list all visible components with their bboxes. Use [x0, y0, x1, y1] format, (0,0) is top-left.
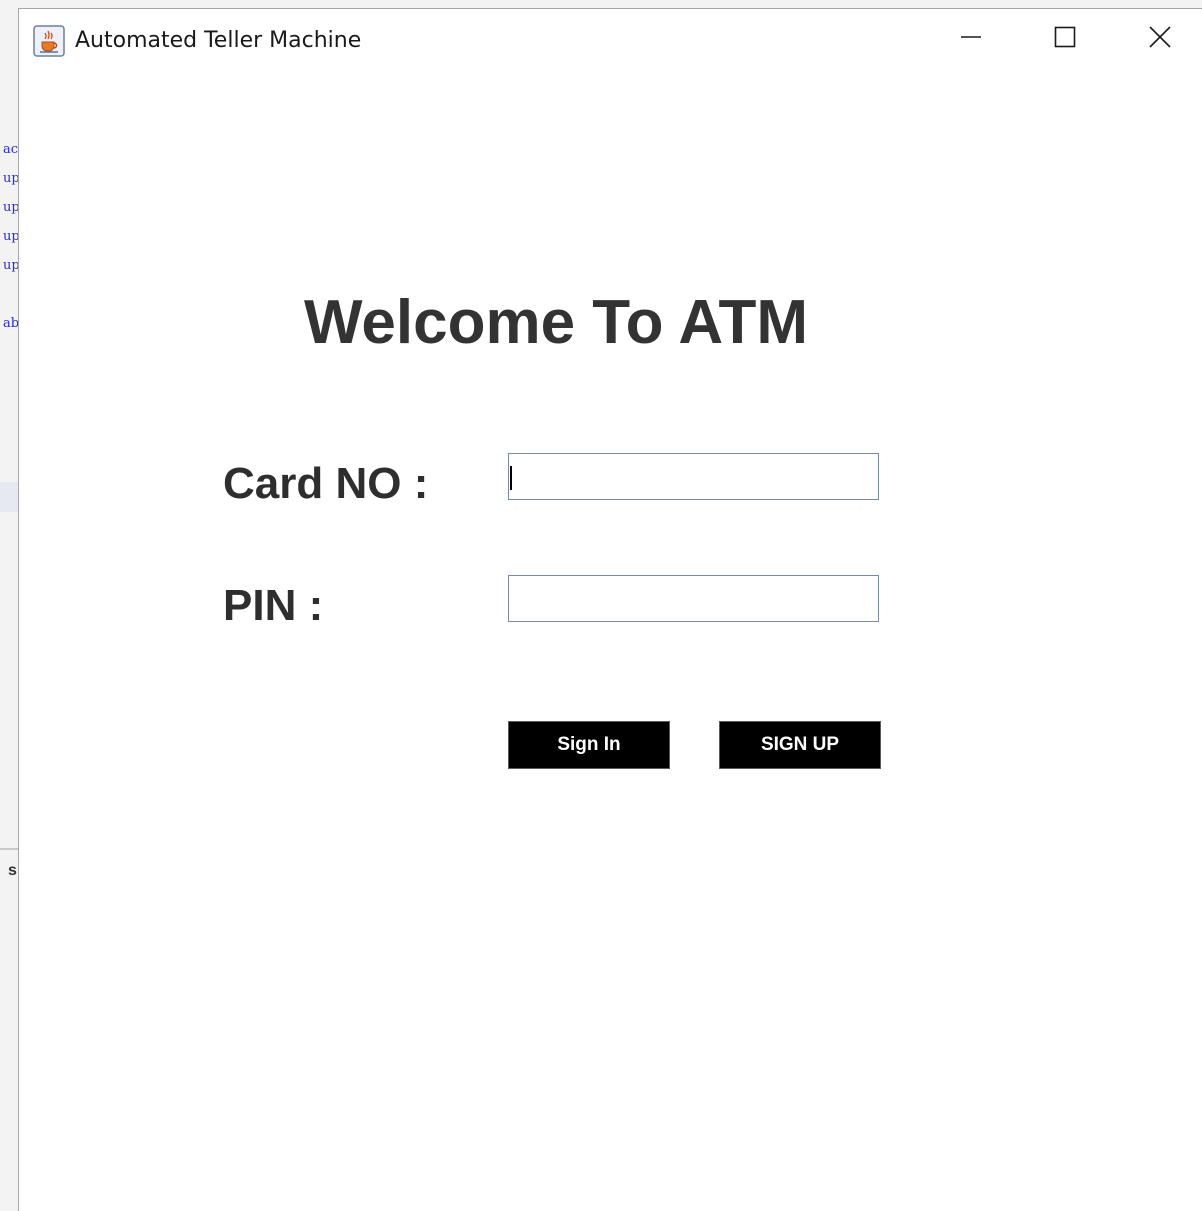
- minimize-icon: [960, 26, 982, 53]
- sign-up-button[interactable]: SIGN UP: [719, 721, 881, 769]
- pin-label: PIN :: [223, 581, 324, 630]
- desktop-top-edge: [0, 0, 1202, 8]
- atm-window: Automated Teller Machine Welcome To ATM …: [18, 8, 1202, 1211]
- background-letter: s: [8, 862, 17, 879]
- close-icon: [1149, 25, 1171, 53]
- background-code-fragment: up: [3, 200, 18, 215]
- card-number-input[interactable]: [508, 453, 879, 500]
- background-code-fragment: ab: [3, 316, 18, 331]
- maximize-button[interactable]: [1043, 19, 1087, 59]
- title-bar[interactable]: Automated Teller Machine: [19, 9, 1202, 71]
- pin-input[interactable]: [508, 575, 879, 622]
- background-code-fragment: up: [3, 171, 18, 186]
- text-caret: [510, 466, 512, 490]
- minimize-button[interactable]: [949, 19, 993, 59]
- background-editor-edge: ac up up up up ab s: [0, 0, 18, 1211]
- background-code-fragment: ac: [3, 142, 18, 157]
- background-divider: [0, 848, 18, 850]
- background-code-fragment: up: [3, 229, 18, 244]
- maximize-icon: [1054, 26, 1076, 53]
- card-number-label: Card NO :: [223, 459, 429, 508]
- background-selection-band: [0, 482, 18, 512]
- java-coffee-cup-icon: [33, 25, 65, 57]
- sign-in-button[interactable]: Sign In: [508, 721, 670, 769]
- window-title: Automated Teller Machine: [75, 28, 362, 53]
- background-code-fragment: up: [3, 258, 18, 273]
- welcome-heading: Welcome To ATM: [304, 288, 809, 357]
- close-button[interactable]: [1138, 19, 1182, 59]
